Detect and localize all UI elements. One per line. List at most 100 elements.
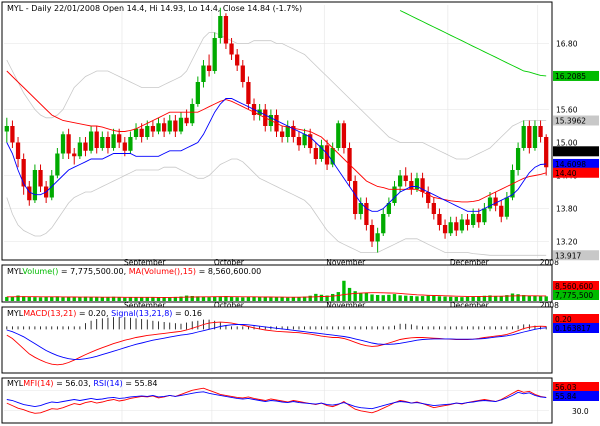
candle-body — [369, 225, 375, 242]
volume-bar — [426, 295, 430, 301]
candle-body — [60, 134, 66, 154]
candle-body — [223, 16, 229, 44]
candle-body — [38, 170, 43, 187]
candle-body — [83, 142, 88, 151]
volume-bar — [370, 294, 374, 301]
legend-item: = 0.20, — [76, 309, 111, 318]
stock-chart: MYL - Daily 22/01/2008 Open 14.4, Hi 14.… — [0, 0, 600, 426]
volume-bar — [280, 297, 284, 301]
volume-value-tag: 8,560,600 — [553, 281, 599, 291]
candle-body — [296, 137, 302, 146]
price-value-tag: 14.6098 — [553, 158, 599, 169]
volume-bar — [398, 295, 402, 301]
candle-body — [476, 214, 481, 223]
candle-body — [229, 43, 234, 55]
candle-body — [167, 120, 172, 132]
volume-bar — [409, 295, 414, 301]
candle-body — [150, 126, 156, 132]
volume-bar — [291, 297, 296, 301]
volume-bar — [499, 296, 503, 301]
volume-bar — [381, 295, 385, 301]
legend-item: MA(Volume(),15) — [129, 267, 196, 276]
candle-body — [437, 214, 442, 225]
volume-bar — [95, 297, 99, 301]
candle-body — [88, 131, 94, 151]
legend-item: Volume() — [22, 267, 58, 276]
volume-bar — [269, 297, 273, 301]
candle-body — [375, 233, 380, 242]
candle-body — [431, 203, 436, 214]
volume-bar — [308, 295, 312, 301]
volume-bar — [437, 296, 442, 301]
candle-body — [72, 153, 77, 157]
volume-bar — [319, 294, 324, 301]
candle-body — [218, 16, 223, 38]
legend-item: MYL — [7, 379, 24, 388]
candle-body — [77, 142, 82, 157]
candle-body — [246, 82, 251, 104]
macd-value-tag-text: 0.163817 — [555, 324, 591, 333]
candle-body — [442, 225, 448, 234]
candle-body — [544, 137, 549, 168]
candle-body — [454, 222, 459, 231]
candle-body — [319, 145, 324, 159]
candle-body — [279, 131, 285, 137]
price-axis-label: 15.60 — [556, 106, 578, 115]
legend-item: MYL — [7, 309, 24, 318]
volume-bar — [336, 292, 340, 301]
legend-item: = 0.16 — [172, 309, 202, 318]
price-panel: MYL - Daily 22/01/2008 Open 14.4, Hi 14.… — [1, 1, 599, 267]
volume-bar — [78, 297, 82, 301]
volume-bar — [50, 296, 54, 301]
volume-bar — [420, 296, 425, 301]
candle-body — [504, 197, 509, 217]
volume-bar — [168, 297, 172, 301]
candle-body — [341, 123, 347, 148]
candle-body — [100, 137, 105, 148]
price-value-tag: 16.2085 — [553, 70, 599, 81]
candle-body — [336, 123, 341, 148]
oscillator-axis-label: 30.0 — [572, 407, 589, 416]
candle-body — [117, 134, 122, 143]
volume-bar — [432, 295, 436, 301]
candle-body — [4, 126, 9, 132]
oscillator-value-tag-text: 55.84 — [555, 392, 577, 401]
candle-body — [527, 126, 532, 148]
price-value-tag-text: 13.917 — [555, 251, 581, 260]
price-value-tag: 14.84 — [553, 146, 599, 157]
candle-body — [381, 214, 386, 234]
price-value-tag-text: 14.6098 — [555, 160, 586, 169]
candle-body — [122, 142, 127, 151]
volume-bar — [364, 292, 369, 301]
candle-body — [145, 126, 150, 137]
candle-body — [105, 137, 111, 148]
candle-body — [459, 219, 465, 231]
price-value-tag-text: 14.84 — [555, 147, 577, 156]
candle-body — [173, 120, 178, 132]
legend-item: MFI(14) — [23, 379, 53, 388]
legend-item: Signal(13,21,8) — [111, 309, 172, 318]
candle-body — [409, 181, 414, 190]
candle-body — [493, 197, 498, 206]
candle-body — [240, 65, 245, 82]
macd-panel: MYLMACD(13,21) = 0.20, Signal(13,21,8) =… — [1, 306, 599, 374]
candle-body — [471, 214, 476, 225]
volume-bar — [510, 293, 515, 301]
volume-bar — [342, 280, 346, 301]
price-value-tag: 14.40 — [553, 167, 599, 178]
candle-body — [538, 126, 543, 137]
candle-body — [66, 134, 71, 154]
candle-body — [499, 205, 504, 217]
volume-bar — [38, 297, 43, 301]
candle-body — [532, 126, 538, 148]
volume-bar — [263, 297, 267, 301]
legend-item: MACD(13,21) — [23, 309, 76, 318]
candle-body — [235, 54, 240, 66]
volume-bar — [493, 296, 498, 301]
volume-bar — [72, 297, 76, 301]
candle-body — [212, 38, 217, 71]
volume-value-tag-text: 7,775,500 — [555, 291, 593, 300]
volume-bar — [89, 297, 93, 301]
volume-bar — [443, 296, 447, 301]
volume-value-tag: 7,775,500 — [553, 290, 599, 300]
